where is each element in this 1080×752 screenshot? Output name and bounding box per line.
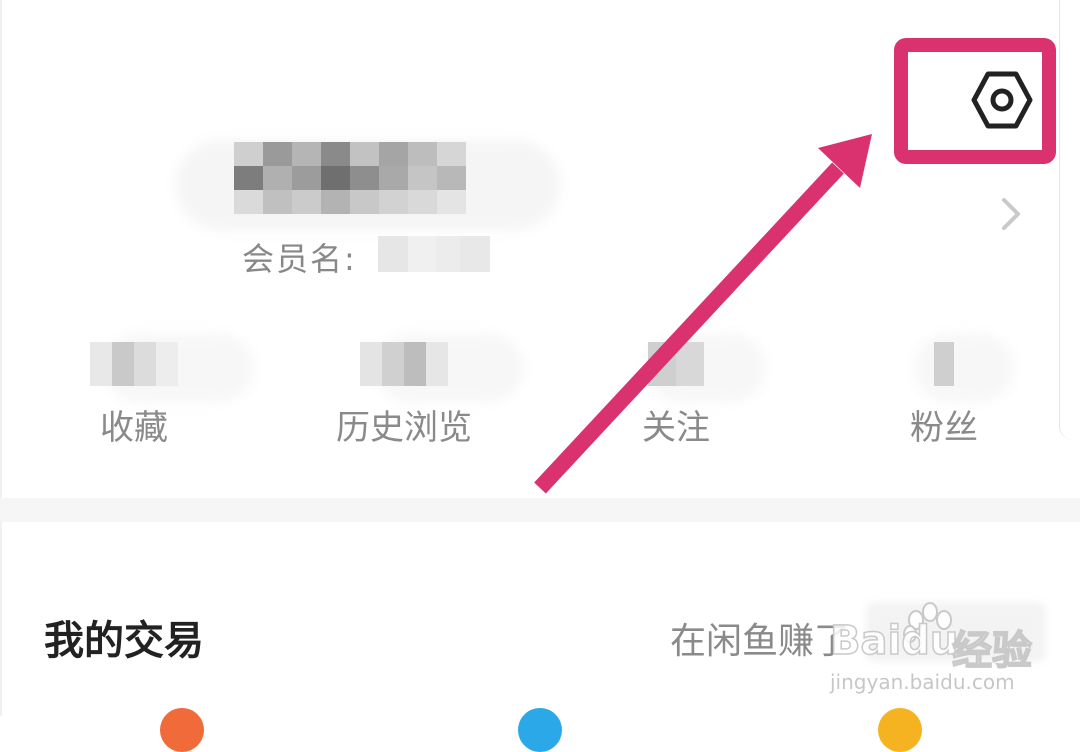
watermark-url: jingyan.baidu.com bbox=[830, 670, 1015, 694]
section-divider bbox=[0, 498, 1080, 522]
earned-text[interactable]: 在闲鱼赚了 bbox=[670, 612, 850, 664]
watermark-logo-text: Baidu bbox=[829, 617, 959, 665]
baidu-jingyan-watermark: Baidu 经验 jingyan.baidu.com bbox=[829, 600, 1070, 700]
trade-icon-peek[interactable] bbox=[518, 708, 562, 752]
trade-icon-peek[interactable] bbox=[160, 708, 204, 752]
profile-page: 会员名: 收藏 历史浏览 关注 粉丝 我的交易 在闲鱼赚了 Baidu 经验 j… bbox=[0, 0, 1080, 752]
watermark-suffix: 经验 bbox=[951, 627, 1033, 675]
trade-icon-peek[interactable] bbox=[878, 708, 922, 752]
my-trades-title: 我的交易 bbox=[44, 618, 204, 664]
